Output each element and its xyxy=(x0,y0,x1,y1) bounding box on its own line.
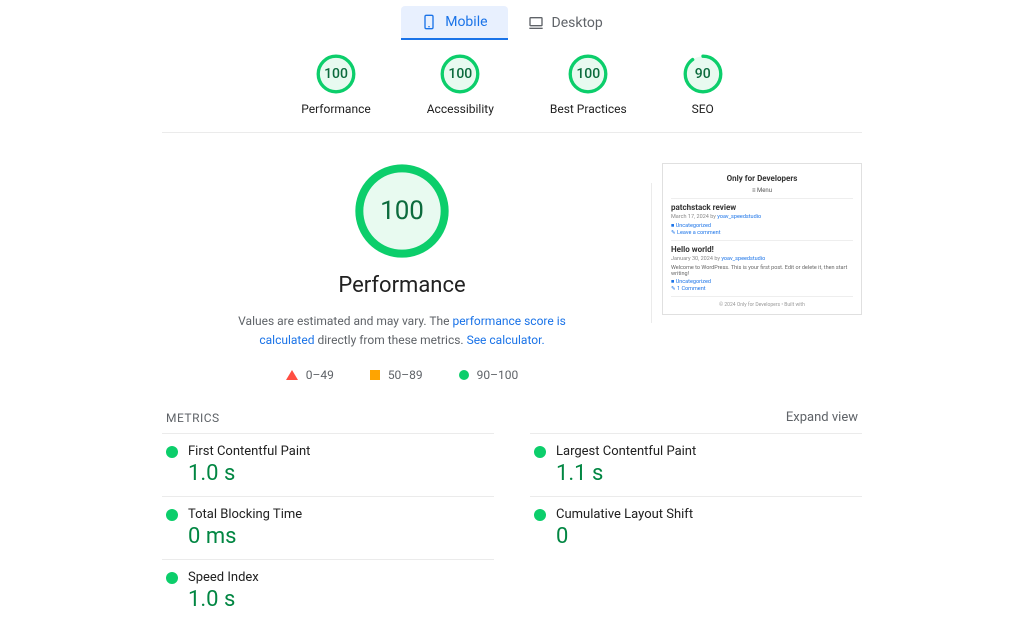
score-seo[interactable]: 90 SEO xyxy=(683,54,723,116)
score-best-practices[interactable]: 100 Best Practices xyxy=(550,54,627,116)
metric-row: First Contentful Paint 1.0 s xyxy=(162,433,494,496)
tab-mobile[interactable]: Mobile xyxy=(401,6,507,40)
metric-name: First Contentful Paint xyxy=(188,444,490,459)
score-legend: 0–49 50–89 90–100 xyxy=(286,368,519,382)
metric-value: 1.0 s xyxy=(188,461,490,486)
pass-icon xyxy=(166,446,178,458)
metric-name: Cumulative Layout Shift xyxy=(556,507,858,522)
triangle-icon xyxy=(286,370,298,380)
hero-title: Performance xyxy=(338,273,465,298)
gauge-icon: 100 xyxy=(568,54,608,94)
hero-description: Values are estimated and may vary. The p… xyxy=(232,312,572,350)
metric-name: Largest Contentful Paint xyxy=(556,444,858,459)
hero-gauge: 100 xyxy=(354,163,450,259)
metric-value: 1.1 s xyxy=(556,461,858,486)
mobile-icon xyxy=(421,14,437,30)
tab-mobile-label: Mobile xyxy=(445,14,487,30)
legend-pass: 90–100 xyxy=(459,368,519,382)
pass-icon xyxy=(166,509,178,521)
pass-icon xyxy=(534,446,546,458)
page-thumbnail: Only for Developers ≡ Menu patchstack re… xyxy=(662,163,862,315)
metric-value: 1.0 s xyxy=(188,587,490,612)
gauge-icon: 100 xyxy=(316,54,356,94)
metrics-grid: First Contentful Paint 1.0 s Largest Con… xyxy=(162,433,862,622)
legend-fail: 0–49 xyxy=(286,368,334,382)
category-scores: 100 Performance 100 Accessibility 100 Be… xyxy=(162,40,862,133)
metrics-heading: METRICS xyxy=(166,411,220,425)
metric-value: 0 ms xyxy=(188,524,490,549)
tab-desktop[interactable]: Desktop xyxy=(508,6,623,40)
score-performance[interactable]: 100 Performance xyxy=(301,54,370,116)
square-icon xyxy=(370,370,380,380)
divider xyxy=(651,183,652,323)
metric-name: Total Blocking Time xyxy=(188,507,490,522)
gauge-icon: 100 xyxy=(440,54,480,94)
circle-icon xyxy=(459,370,469,380)
expand-view-toggle[interactable]: Expand view xyxy=(786,410,858,425)
gauge-icon: 90 xyxy=(683,54,723,94)
link-see-calculator[interactable]: See calculator. xyxy=(467,333,545,347)
metric-row: Speed Index 1.0 s xyxy=(162,559,494,622)
metric-row: Largest Contentful Paint 1.1 s xyxy=(530,433,862,496)
desktop-icon xyxy=(528,15,544,31)
legend-average: 50–89 xyxy=(370,368,423,382)
hero-score: 100 xyxy=(354,163,450,259)
pass-icon xyxy=(534,509,546,521)
pass-icon xyxy=(166,572,178,584)
metric-name: Speed Index xyxy=(188,570,490,585)
metric-row: Cumulative Layout Shift 0 xyxy=(530,496,862,559)
tab-desktop-label: Desktop xyxy=(552,15,603,31)
device-tabs: Mobile Desktop xyxy=(162,0,862,40)
metric-row: Total Blocking Time 0 ms xyxy=(162,496,494,559)
metric-value: 0 xyxy=(556,524,858,549)
score-accessibility[interactable]: 100 Accessibility xyxy=(427,54,494,116)
